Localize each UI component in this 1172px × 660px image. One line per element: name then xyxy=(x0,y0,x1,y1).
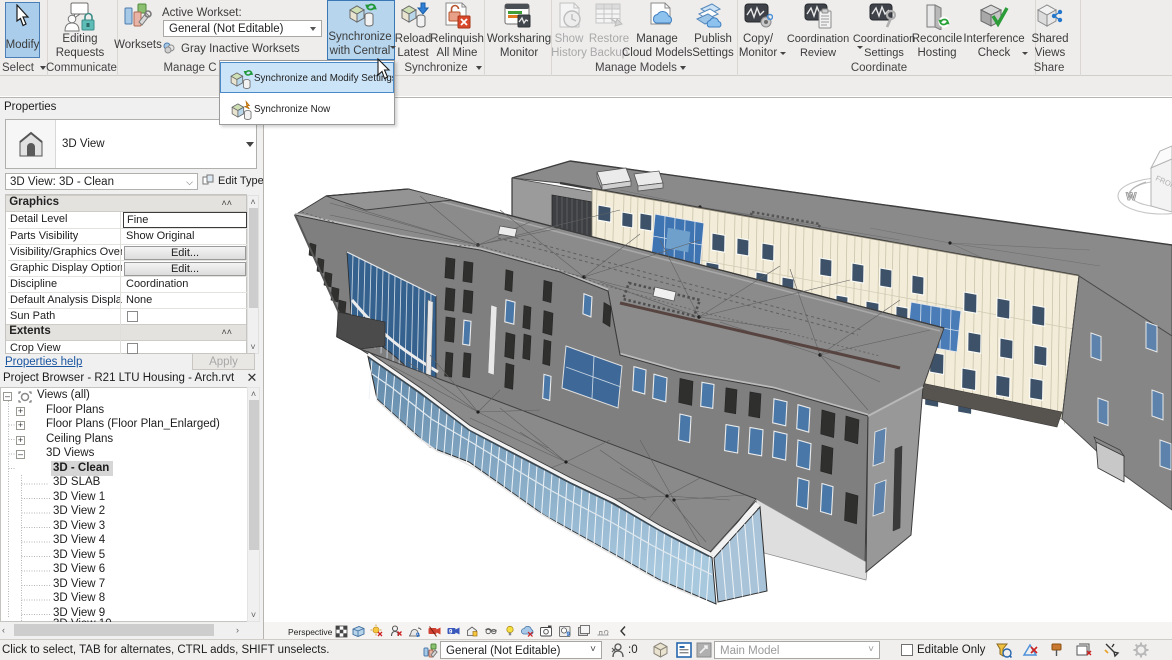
svg-text:W: W xyxy=(1126,191,1137,203)
svg-text:9: 9 xyxy=(416,632,420,639)
